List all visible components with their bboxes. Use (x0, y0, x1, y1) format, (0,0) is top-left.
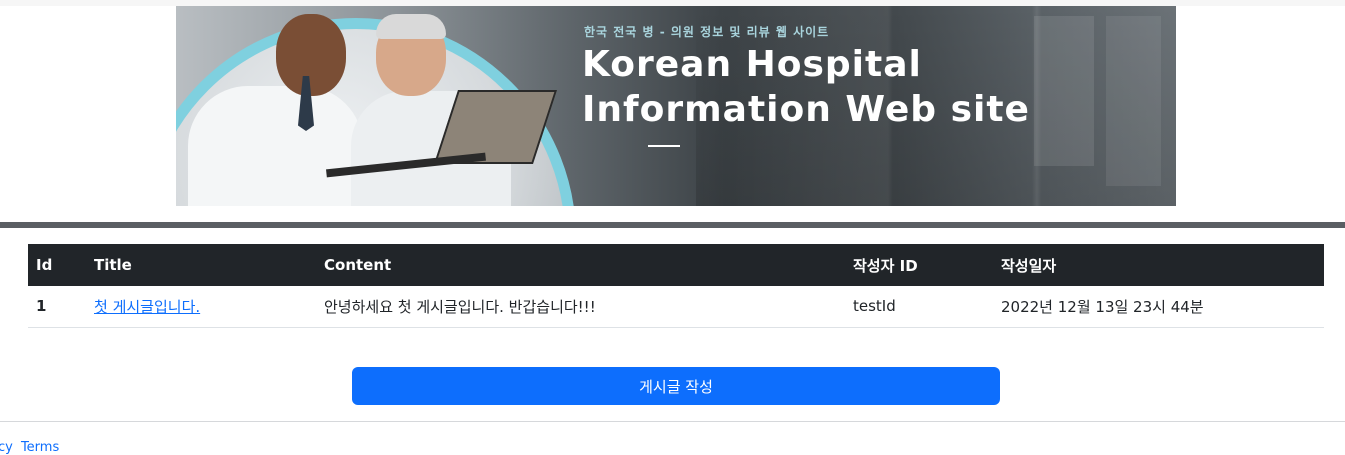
post-created-date: 2022년 12월 13일 23시 44분 (1001, 297, 1204, 316)
post-id: 1 (36, 297, 47, 316)
footer-link-terms[interactable]: Terms (21, 440, 59, 455)
footer-divider (0, 421, 1345, 422)
footer-links: acy Terms (0, 440, 63, 455)
doctor-figure (188, 86, 363, 206)
posts-table: Id Title Content 작성자 ID 작성일자 1 첫 게시글입니다.… (28, 244, 1324, 328)
column-header-id: Id (36, 256, 53, 274)
post-title-link[interactable]: 첫 게시글입니다. (94, 298, 200, 316)
post-content: 안녕하세요 첫 게시글입니다. 반갑습니다!!! (324, 297, 596, 316)
doctor-hair (376, 14, 446, 39)
banner-title: Korean Hospital Information Web site (582, 42, 1030, 132)
banner-title-line2: Information Web site (582, 89, 1030, 130)
column-header-author-id: 작성자 ID (853, 256, 918, 275)
banner-window-light (1034, 16, 1094, 166)
table-row: 1 첫 게시글입니다. 안녕하세요 첫 게시글입니다. 반갑습니다!!! tes… (28, 286, 1324, 327)
posts-table-header: Id Title Content 작성자 ID 작성일자 (28, 244, 1324, 286)
post-author-id: testId (853, 297, 896, 316)
column-header-created-date: 작성일자 (1001, 256, 1057, 275)
banner-subtitle: 한국 전국 병 - 의원 정보 및 리뷰 웹 사이트 (584, 25, 830, 39)
doctor-head (276, 14, 346, 96)
posts-table-body: 1 첫 게시글입니다. 안녕하세요 첫 게시글입니다. 반갑습니다!!! tes… (28, 286, 1324, 327)
banner-window-light (1106, 16, 1161, 186)
post-title-cell: 첫 게시글입니다. (86, 286, 316, 327)
header-row: Id Title Content 작성자 ID 작성일자 (28, 244, 1324, 286)
write-post-button[interactable]: 게시글 작성 (352, 367, 1000, 405)
column-header-title: Title (94, 256, 132, 274)
banner-title-line1: Korean Hospital (582, 44, 922, 85)
site-banner: 한국 전국 병 - 의원 정보 및 리뷰 웹 사이트 Korean Hospit… (176, 6, 1176, 206)
banner-underline (648, 145, 680, 147)
section-divider (0, 222, 1345, 228)
footer-link-privacy[interactable]: acy (0, 440, 13, 455)
column-header-content: Content (324, 256, 392, 274)
